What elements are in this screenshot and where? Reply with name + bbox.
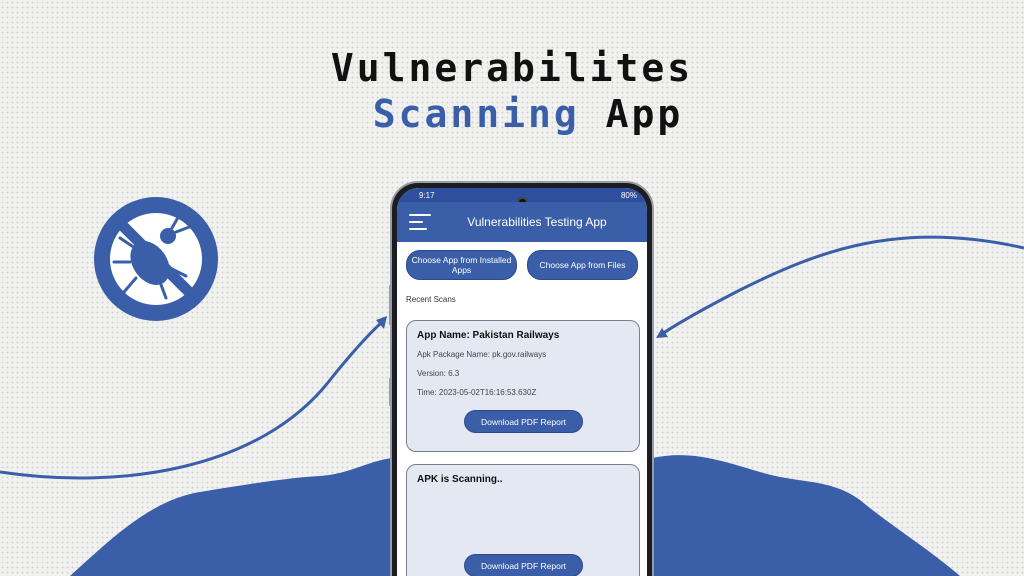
scan-version: Version: 6.3 bbox=[417, 369, 460, 378]
left-arrow-curve bbox=[0, 320, 384, 480]
scan-package-name: Apk Package Name: pk.gov.railways bbox=[417, 350, 547, 359]
scan-card: App Name: Pakistan Railways Apk Package … bbox=[406, 320, 640, 452]
status-time: 9:17 bbox=[419, 190, 435, 200]
scan-card: APK is Scanning.. Download PDF Report bbox=[406, 464, 640, 576]
download-pdf-button[interactable]: Download PDF Report bbox=[464, 410, 583, 433]
choose-file-app-button[interactable]: Choose App from Files bbox=[527, 250, 638, 280]
right-arrow-curve bbox=[661, 235, 1024, 336]
scan-app-name: App Name: Pakistan Railways bbox=[417, 330, 560, 341]
headline-line-2: Scanning App bbox=[16, 92, 1024, 136]
headline-accent-word: Scanning bbox=[372, 92, 580, 136]
phone-frame: 9:17 80% Vulnerabilities Testing App Cho… bbox=[392, 183, 652, 576]
app-title: Vulnerabilities Testing App bbox=[467, 215, 607, 229]
app-bar: Vulnerabilities Testing App bbox=[397, 202, 647, 242]
scan-status: APK is Scanning.. bbox=[417, 474, 503, 485]
status-battery: 80% bbox=[620, 190, 637, 200]
no-bug-icon bbox=[94, 197, 218, 321]
choose-installed-app-button[interactable]: Choose App from Installed Apps bbox=[406, 250, 517, 280]
headline-line-1: Vulnerabilites bbox=[330, 46, 694, 90]
choose-app-row: Choose App from Installed Apps Choose Ap… bbox=[397, 242, 647, 280]
scan-time: Time: 2023-05-02T16:16:53.630Z bbox=[417, 388, 537, 397]
download-pdf-button[interactable]: Download PDF Report bbox=[464, 554, 583, 576]
phone-screen: 9:17 80% Vulnerabilities Testing App Cho… bbox=[397, 188, 647, 576]
recent-scans-label: Recent Scans bbox=[406, 295, 456, 304]
headline-plain-word: App bbox=[605, 92, 684, 136]
